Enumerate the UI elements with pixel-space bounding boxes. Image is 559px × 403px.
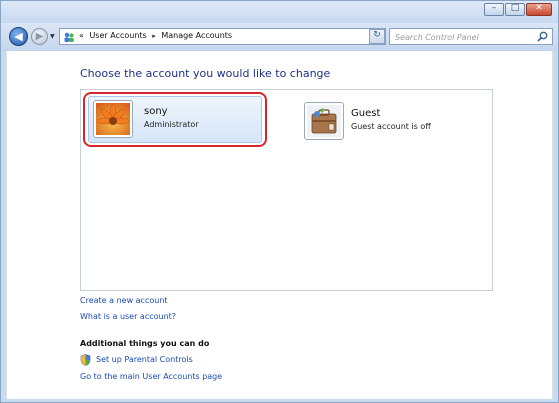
maximize-icon: □ [510, 3, 520, 13]
account-role-sony: Administrator [144, 120, 199, 129]
search-box[interactable] [389, 28, 553, 45]
control-panel-window: – □ ✕ ◀ ▶ ▼ « User Accounts ▸ Manage Acc… [0, 0, 559, 403]
page-title: Choose the account you would like to cha… [80, 67, 331, 80]
flower-avatar-icon [93, 100, 133, 138]
account-card-guest[interactable]: Guest Guest account is off [301, 94, 481, 149]
create-account-link[interactable]: Create a new account [80, 296, 168, 305]
account-card-sony[interactable]: sony Administrator [83, 92, 267, 147]
parental-controls-link[interactable]: Set up Parental Controls [96, 355, 193, 364]
refresh-icon: ↻ [373, 30, 381, 40]
main-content: Choose the account you would like to cha… [6, 51, 553, 399]
account-name-guest: Guest [351, 108, 381, 119]
account-role-guest: Guest account is off [351, 122, 431, 131]
back-arrow-icon: ◀ [14, 30, 23, 43]
search-icon[interactable] [537, 31, 548, 42]
search-input[interactable] [395, 31, 530, 43]
what-is-user-account-link[interactable]: What is a user account? [80, 312, 176, 321]
address-bar[interactable]: « User Accounts ▸ Manage Accounts ▼ [59, 28, 386, 45]
recent-pages-dropdown[interactable]: ▼ [50, 33, 55, 40]
forward-arrow-icon: ▶ [35, 31, 44, 42]
breadcrumb-separator-icon[interactable]: ▸ [152, 32, 156, 40]
account-name-sony: sony [144, 106, 168, 117]
minimize-icon: – [491, 3, 497, 13]
maximize-button[interactable]: □ [505, 3, 525, 16]
breadcrumb-manage-accounts[interactable]: Manage Accounts [161, 31, 232, 40]
title-bar: – □ ✕ [1, 1, 558, 23]
main-user-accounts-link[interactable]: Go to the main User Accounts page [80, 372, 222, 381]
additional-things-heading: Additional things you can do [80, 339, 210, 348]
navigation-bar: ◀ ▶ ▼ « User Accounts ▸ Manage Accounts … [1, 23, 558, 51]
close-icon: ✕ [535, 3, 543, 13]
refresh-button[interactable]: ↻ [369, 29, 385, 44]
accounts-panel: sony Administrator Guest Guest account i… [80, 89, 493, 291]
breadcrumb-overflow[interactable]: « [79, 31, 84, 40]
shield-icon [80, 354, 91, 366]
back-button[interactable]: ◀ [9, 27, 28, 46]
window-controls: – □ ✕ [483, 3, 552, 16]
breadcrumb-user-accounts[interactable]: User Accounts [89, 31, 146, 40]
forward-button[interactable]: ▶ [31, 28, 48, 45]
close-button[interactable]: ✕ [526, 3, 552, 16]
breadcrumb: « User Accounts ▸ Manage Accounts [79, 31, 235, 40]
minimize-button[interactable]: – [484, 3, 504, 16]
user-accounts-icon [64, 32, 74, 42]
guest-suitcase-icon [304, 102, 344, 140]
